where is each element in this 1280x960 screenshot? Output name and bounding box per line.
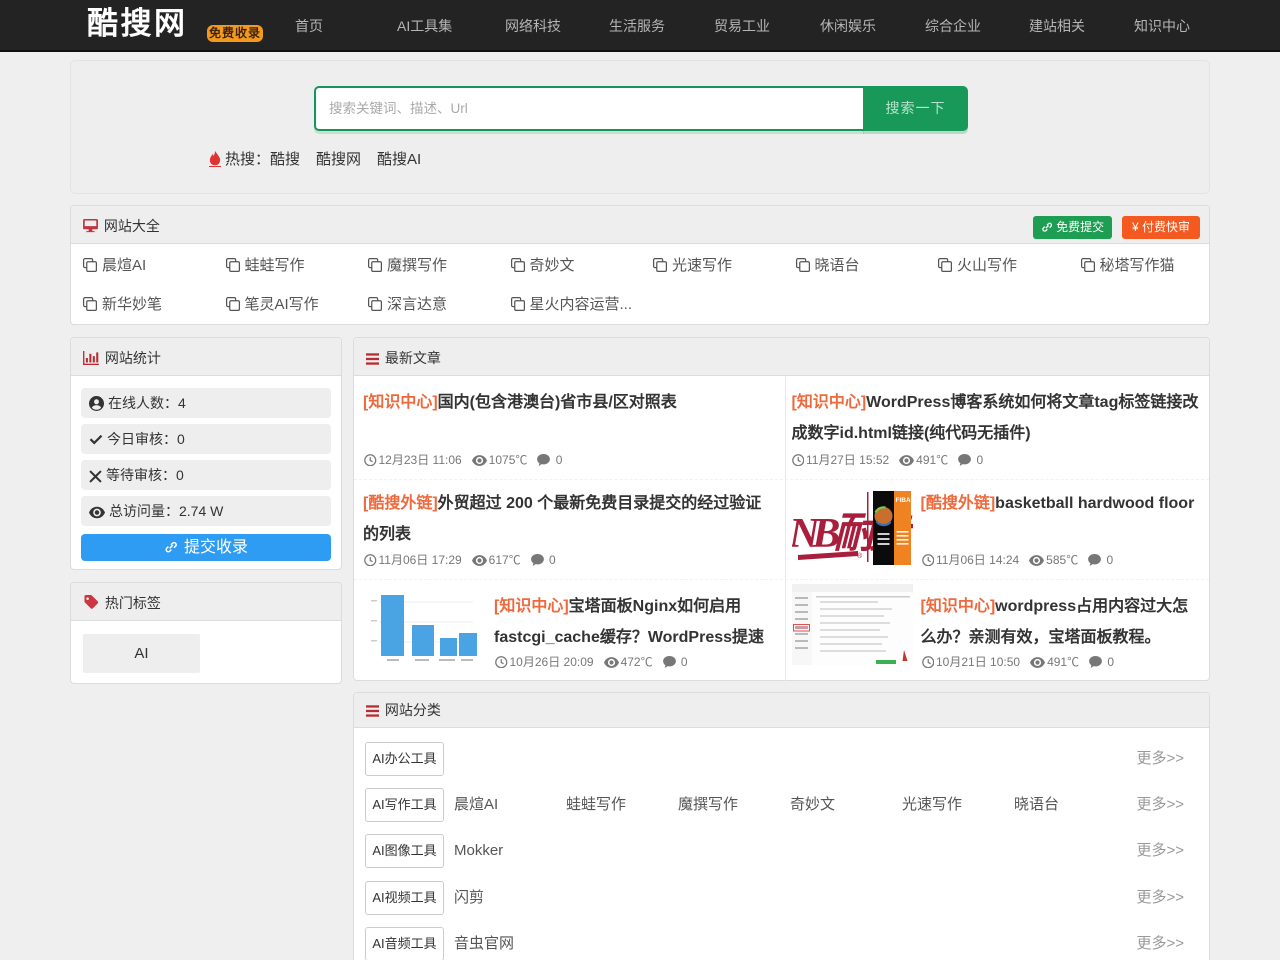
svg-text:®: ® — [857, 552, 863, 560]
svg-text:FIBA: FIBA — [895, 497, 910, 504]
